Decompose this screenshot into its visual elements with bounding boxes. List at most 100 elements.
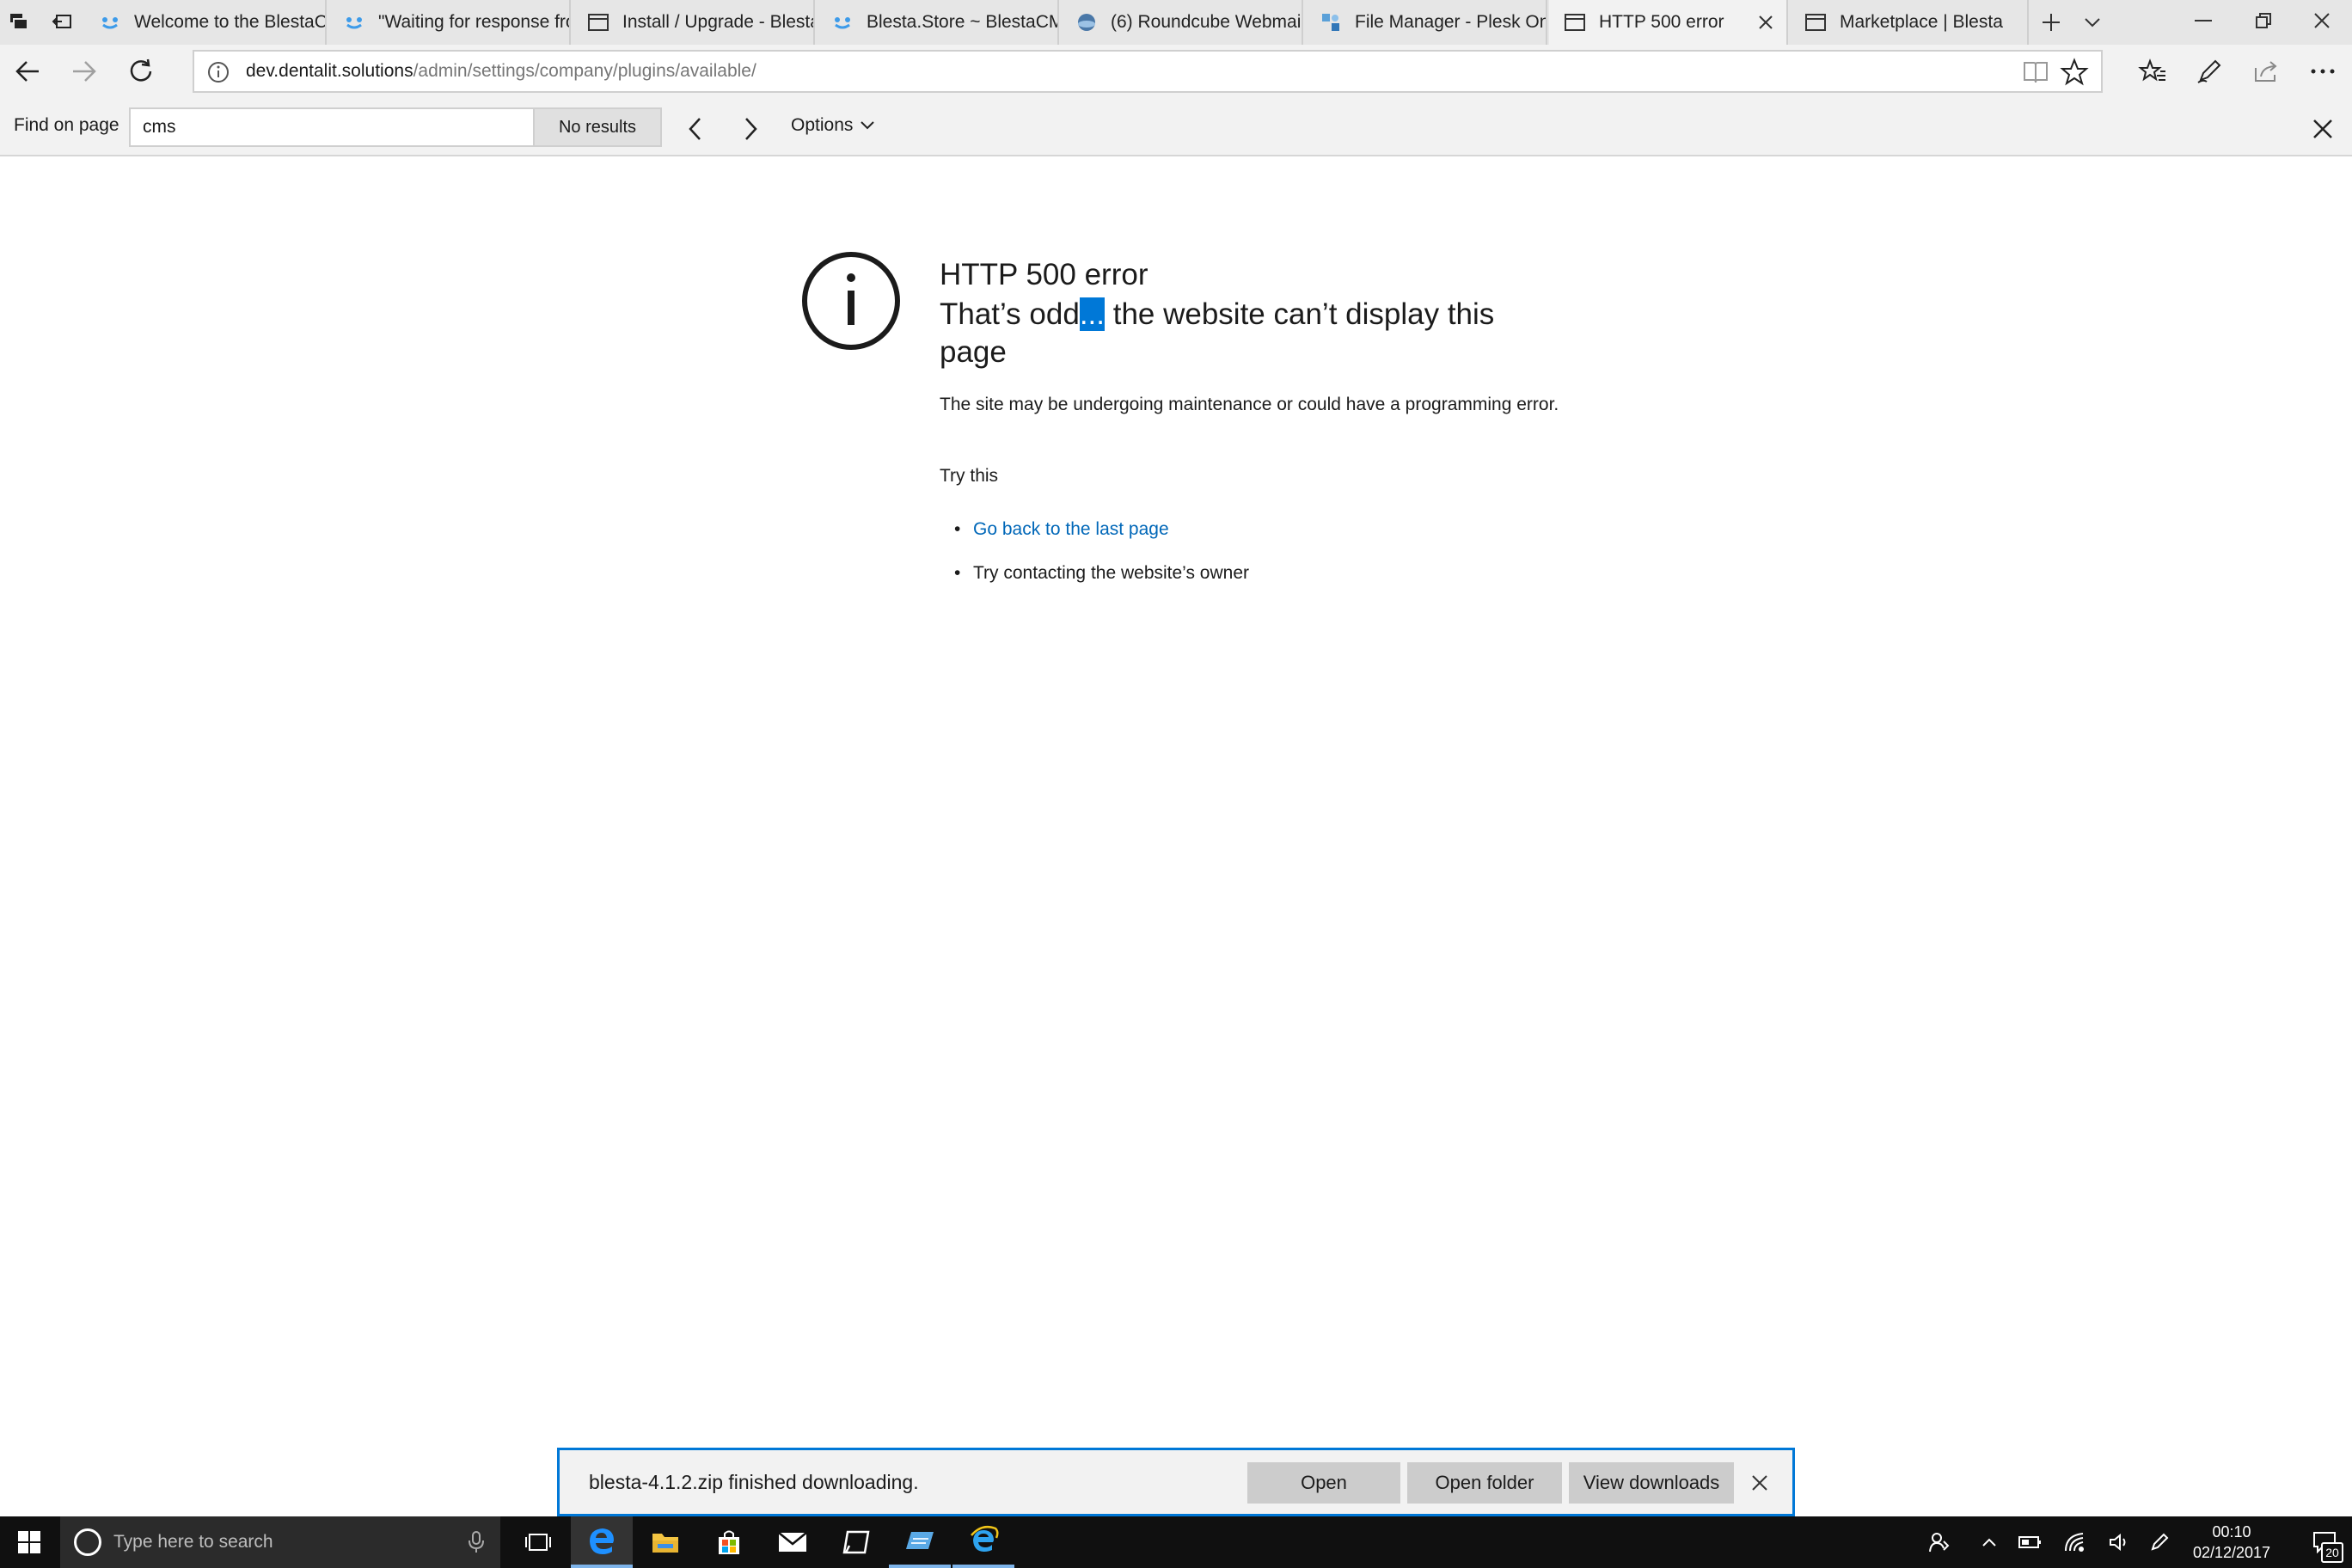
forward-arrow-icon[interactable] xyxy=(64,51,105,92)
tab-label: "Waiting for response fro xyxy=(378,12,571,32)
blesta-favicon-icon xyxy=(830,10,854,34)
close-tab-icon[interactable] xyxy=(1754,10,1778,34)
new-tab-plus-icon[interactable] xyxy=(2030,0,2072,45)
edge-browser-icon[interactable] xyxy=(571,1516,633,1568)
file-explorer-icon[interactable] xyxy=(634,1516,696,1568)
window-close-icon[interactable] xyxy=(2292,0,2352,41)
download-message: blesta-4.1.2.zip finished downloading. xyxy=(589,1471,919,1493)
find-input[interactable] xyxy=(129,107,535,147)
tab-label: Blesta.Store ~ BlestaCMS xyxy=(867,12,1059,32)
url-text[interactable]: dev.dentalit.solutions/admin/settings/co… xyxy=(246,61,756,82)
tabs-aside-icon[interactable] xyxy=(43,0,83,45)
error-subtitle: That’s odd... the website can’t display … xyxy=(940,296,1541,371)
show-hidden-icons-chevron-icon[interactable] xyxy=(1972,1516,2006,1568)
back-arrow-icon[interactable] xyxy=(7,51,48,92)
volume-icon[interactable] xyxy=(2101,1516,2139,1568)
microphone-icon[interactable] xyxy=(466,1530,487,1554)
try-this-heading: Try this xyxy=(940,466,999,486)
people-icon[interactable] xyxy=(1920,1516,1958,1568)
page-favicon-icon xyxy=(1563,10,1587,34)
open-button[interactable]: Open xyxy=(1247,1462,1400,1504)
tab-label: HTTP 500 error xyxy=(1599,12,1724,32)
close-download-icon[interactable] xyxy=(1744,1467,1775,1498)
tab-label: Marketplace | Blesta xyxy=(1840,12,2003,32)
find-on-page-bar: Find on page No results Options xyxy=(0,98,2352,156)
view-downloads-button[interactable]: View downloads xyxy=(1569,1462,1734,1504)
tab-label: File Manager - Plesk Ony: xyxy=(1355,12,1547,32)
web-note-pen-icon[interactable] xyxy=(2189,51,2230,92)
taskbar-search-placeholder: Type here to search xyxy=(113,1532,273,1552)
info-circle-icon xyxy=(802,252,900,350)
open-folder-button[interactable]: Open folder xyxy=(1407,1462,1562,1504)
download-notification: blesta-4.1.2.zip finished downloading. O… xyxy=(557,1448,1795,1516)
favorite-star-icon[interactable] xyxy=(2060,58,2089,87)
open-folder-label: Open folder xyxy=(1435,1472,1534,1493)
action-center-icon[interactable]: 20 xyxy=(2297,1516,2352,1568)
error-title: HTTP 500 error xyxy=(940,258,1148,291)
windows-start-icon[interactable] xyxy=(0,1516,58,1568)
tab-label: (6) Roundcube Webmail : xyxy=(1111,12,1303,32)
find-options-label: Options xyxy=(791,115,854,135)
cortana-icon xyxy=(74,1528,101,1556)
show-tab-previews-chevron-icon[interactable] xyxy=(2073,0,2111,45)
task-view-icon[interactable] xyxy=(507,1516,569,1568)
find-highlight: ... xyxy=(1079,297,1105,331)
error-subtitle-start: That’s odd xyxy=(940,297,1080,331)
list-item: Go back to the last page xyxy=(954,514,1249,558)
restore-icon[interactable] xyxy=(2233,0,2294,41)
share-icon[interactable] xyxy=(2245,51,2287,92)
go-back-link[interactable]: Go back to the last page xyxy=(973,519,1169,539)
list-item: Try contacting the website’s owner xyxy=(954,558,1249,602)
tab-blesta-store[interactable]: Blesta.Store ~ BlestaCMS xyxy=(817,0,1059,45)
error-description: The site may be undergoing maintenance o… xyxy=(940,395,1559,414)
tab-preview-icon[interactable] xyxy=(0,0,40,45)
find-next-chevron-icon[interactable] xyxy=(734,112,769,146)
tab-waiting-for-response[interactable]: "Waiting for response fro xyxy=(328,0,571,45)
tab-roundcube-webmail[interactable]: (6) Roundcube Webmail : xyxy=(1061,0,1303,45)
more-options-icon[interactable] xyxy=(2302,51,2343,92)
internet-explorer-icon[interactable] xyxy=(952,1516,1014,1568)
find-options-dropdown[interactable]: Options xyxy=(791,115,875,136)
taskbar: Type here to search 00:10 02/12/2017 20 xyxy=(0,1516,2352,1568)
tab-file-manager-plesk[interactable]: File Manager - Plesk Ony: xyxy=(1305,0,1547,45)
suggestions-list: Go back to the last page Try contacting … xyxy=(954,514,1249,602)
taskbar-search-box[interactable]: Type here to search xyxy=(60,1516,500,1568)
blesta-favicon-icon xyxy=(98,10,122,34)
view-downloads-label: View downloads xyxy=(1583,1472,1720,1493)
tab-install-upgrade[interactable]: Install / Upgrade - Blesta xyxy=(573,0,815,45)
clock-date: 02/12/2017 xyxy=(2192,1544,2271,1561)
clock-time: 00:10 xyxy=(2212,1523,2251,1540)
open-button-label: Open xyxy=(1301,1472,1347,1493)
address-bar[interactable]: dev.dentalit.solutions/admin/settings/co… xyxy=(193,50,2103,93)
mail-icon[interactable] xyxy=(762,1516,824,1568)
battery-icon[interactable] xyxy=(2012,1516,2049,1568)
tab-http-500-error[interactable]: HTTP 500 error xyxy=(1549,0,1788,45)
wifi-icon[interactable] xyxy=(2056,1516,2094,1568)
chevron-down-icon xyxy=(861,121,875,130)
page-favicon-icon xyxy=(586,10,610,34)
tab-welcome-blestacms[interactable]: Welcome to the BlestaCMS xyxy=(84,0,327,45)
page-favicon-icon xyxy=(1804,10,1828,34)
minimize-icon[interactable] xyxy=(2173,0,2233,41)
clock[interactable]: 00:10 02/12/2017 xyxy=(2171,1522,2292,1563)
blesta-favicon-icon xyxy=(342,10,366,34)
notification-count-badge: 20 xyxy=(2321,1542,2343,1563)
find-results-text: No results xyxy=(558,117,637,137)
contact-owner-text: Try contacting the website’s owner xyxy=(973,563,1249,583)
remote-app-icon[interactable] xyxy=(889,1516,951,1568)
sketch-app-icon[interactable] xyxy=(825,1516,887,1568)
reading-view-icon[interactable] xyxy=(2022,58,2049,86)
refresh-icon[interactable] xyxy=(120,51,162,92)
find-previous-chevron-icon[interactable] xyxy=(677,112,712,146)
store-icon[interactable] xyxy=(698,1516,760,1568)
favorites-hub-icon[interactable] xyxy=(2132,51,2173,92)
find-results-count: No results xyxy=(533,107,662,147)
tab-strip: Welcome to the BlestaCMS "Waiting for re… xyxy=(0,0,2352,45)
tab-marketplace-blesta[interactable]: Marketplace | Blesta xyxy=(1790,0,2029,45)
site-info-icon[interactable] xyxy=(206,60,230,84)
navigation-bar: dev.dentalit.solutions/admin/settings/co… xyxy=(0,45,2352,98)
close-find-bar-icon[interactable] xyxy=(2306,112,2340,146)
tab-label: Install / Upgrade - Blesta xyxy=(622,12,815,32)
roundcube-favicon-icon xyxy=(1075,10,1099,34)
url-domain: dev.dentalit.solutions xyxy=(246,61,413,81)
